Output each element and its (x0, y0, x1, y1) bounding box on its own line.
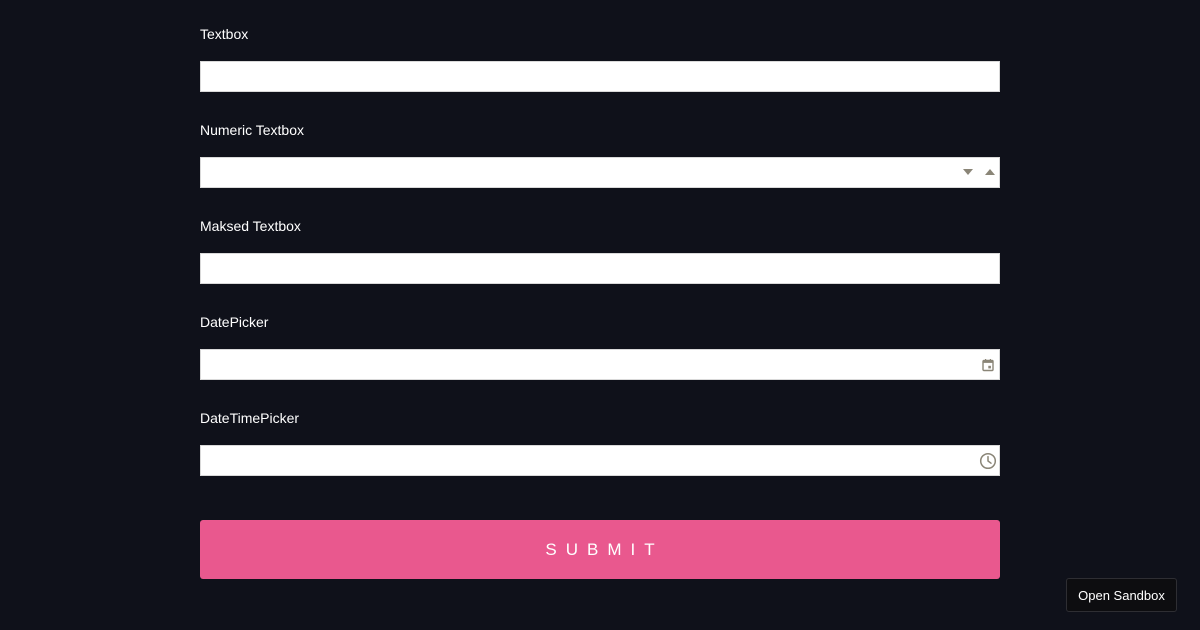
numeric-textbox-label: Numeric Textbox (200, 122, 305, 138)
numeric-textbox-field[interactable] (200, 157, 1000, 188)
datepicker-input[interactable] (201, 350, 999, 379)
open-sandbox-button[interactable]: Open Sandbox (1066, 578, 1177, 612)
datetimepicker-input[interactable] (201, 446, 999, 475)
datepicker-field[interactable] (200, 349, 1000, 380)
datetimepicker-field[interactable] (200, 445, 1000, 476)
datetimepicker-label: DateTimePicker (200, 410, 300, 426)
calendar-icon[interactable] (979, 356, 997, 374)
submit-button[interactable]: SUBMIT (200, 520, 1000, 579)
textbox-field[interactable] (200, 61, 1000, 92)
masked-textbox-input[interactable] (201, 254, 999, 283)
textbox-label: Textbox (200, 26, 249, 42)
masked-textbox-label: Maksed Textbox (200, 218, 301, 234)
numeric-textbox-input[interactable] (201, 158, 999, 187)
increase-value-icon[interactable] (985, 169, 995, 175)
clock-icon[interactable] (978, 451, 998, 471)
datepicker-label: DatePicker (200, 314, 269, 330)
decrease-value-icon[interactable] (963, 169, 973, 175)
masked-textbox-field[interactable] (200, 253, 1000, 284)
textbox-input[interactable] (201, 62, 999, 91)
